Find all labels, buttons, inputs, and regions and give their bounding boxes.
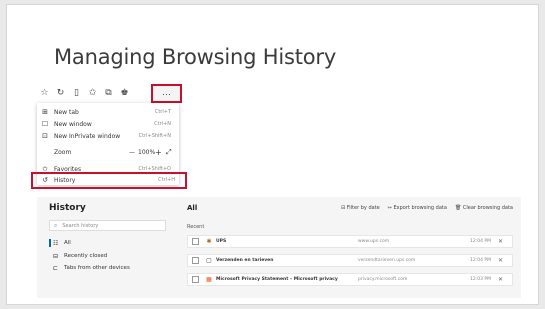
sidebar-item-recently-closed[interactable]: ⊟ Recently closed (49, 251, 169, 261)
search-history-input[interactable]: ⌕ Search history (49, 220, 166, 231)
row-time: 12:04 PM (470, 239, 491, 244)
menu-item-label: New tab (54, 108, 79, 116)
page-favicon-icon: ▢ (206, 257, 212, 264)
browser-toolbar: ☆ ↻ ▯ ✩ ⧉ ♚ (37, 84, 164, 101)
new-tab-icon: ⊞ (42, 108, 48, 116)
filter-by-date-button[interactable]: ⊟ Filter by date (341, 205, 380, 211)
history-main: All ⊟ Filter by date ↦ Export browsing d… (187, 197, 521, 298)
zoom-value: 100% (138, 148, 156, 156)
section-label-recent: Recent (187, 224, 205, 230)
profile-icon[interactable]: ♚ (117, 85, 132, 100)
row-url: www.ups.com (358, 239, 390, 244)
menu-item-label: New InPrivate window (54, 132, 121, 140)
menu-item-new-window[interactable]: ☐ New window Ctrl+N (37, 119, 179, 129)
history-title: History (49, 203, 86, 213)
history-row[interactable]: ▦ Microsoft Privacy Statement – Microsof… (187, 273, 513, 286)
history-actions: ⊟ Filter by date ↦ Export browsing data … (341, 205, 513, 211)
devices-icon: ⊏ (53, 264, 59, 272)
row-checkbox[interactable] (192, 276, 199, 283)
row-title: Verzenden en tarieven (216, 258, 274, 263)
row-time: 12:04 PM (470, 258, 491, 263)
history-icon: ↺ (42, 176, 48, 184)
favorites-icon[interactable]: ✩ (85, 85, 100, 100)
search-placeholder: Search history (62, 222, 99, 229)
sidebar-item-other-devices[interactable]: ⊏ Tabs from other devices (49, 263, 169, 273)
ups-favicon-icon: ✱ (206, 238, 212, 245)
history-sidebar: History ⌕ Search history ☷ All ⊟ Recentl… (37, 197, 177, 298)
menu-item-label: History (54, 176, 76, 184)
inprivate-icon: ⊡ (42, 132, 48, 140)
row-checkbox[interactable] (192, 257, 199, 264)
history-main-title: All (187, 204, 198, 212)
menu-item-shortcut: Ctrl+H (158, 177, 175, 183)
menu-item-history[interactable]: ↺ History Ctrl+H (39, 174, 181, 186)
menu-item-new-tab[interactable]: ⊞ New tab Ctrl+T (37, 107, 179, 117)
microsoft-favicon-icon: ▦ (206, 276, 212, 283)
sidebar-item-label: Tabs from other devices (64, 265, 130, 271)
zoom-out-button[interactable]: — (129, 149, 135, 156)
row-title: Microsoft Privacy Statement – Microsoft … (216, 277, 338, 282)
menu-item-shortcut: Ctrl+N (154, 121, 171, 127)
zoom-label: Zoom (54, 148, 72, 156)
remove-row-icon[interactable]: ✕ (498, 276, 503, 283)
menu-item-shortcut: Ctrl+T (154, 109, 171, 115)
row-title: UPS (216, 239, 227, 244)
remove-row-icon[interactable]: ✕ (498, 238, 503, 245)
row-time: 12:03 PM (470, 277, 491, 282)
refresh-icon[interactable]: ↻ (53, 85, 68, 100)
history-page: History ⌕ Search history ☷ All ⊟ Recentl… (37, 197, 521, 298)
grid-icon: ☷ (53, 239, 59, 247)
sidebar-item-label: All (64, 240, 71, 246)
new-window-icon: ☐ (41, 120, 49, 128)
search-icon: ⌕ (54, 221, 58, 229)
menu-item-new-inprivate-window[interactable]: ⊡ New InPrivate window Ctrl+Shift+N (37, 131, 179, 141)
fullscreen-icon[interactable]: ⤢ (166, 148, 172, 157)
menu-item-label: New window (54, 120, 92, 128)
remove-row-icon[interactable]: ✕ (498, 257, 503, 264)
export-browsing-data-button[interactable]: ↦ Export browsing data (388, 205, 447, 211)
zoom-in-button[interactable]: + (155, 148, 162, 157)
star-outline-icon[interactable]: ☆ (37, 85, 52, 100)
history-row[interactable]: ✱ UPS www.ups.com 12:04 PM ✕ (187, 235, 513, 248)
menu-zoom-row: Zoom — 100% + ⤢ (37, 147, 179, 157)
menu-item-shortcut: Ctrl+Shift+N (138, 133, 171, 139)
slide-title: Managing Browsing History (54, 45, 337, 69)
sidebar-item-all[interactable]: ☷ All (49, 238, 169, 248)
row-url: verzendtarieven.ups.com (358, 258, 416, 263)
more-icon: ··· (162, 88, 171, 99)
row-checkbox[interactable] (192, 238, 199, 245)
split-screen-icon[interactable]: ▯ (69, 85, 84, 100)
more-options-button[interactable]: ··· (151, 84, 182, 103)
sidebar-item-label: Recently closed (64, 253, 108, 259)
history-row[interactable]: ▢ Verzenden en tarieven verzendtarieven.… (187, 254, 513, 267)
row-url: privacy.microsoft.com (358, 277, 408, 282)
clear-browsing-data-button[interactable]: 🗑 Clear browsing data (455, 205, 513, 211)
recently-closed-icon: ⊟ (53, 252, 59, 260)
collections-icon[interactable]: ⧉ (101, 85, 116, 100)
